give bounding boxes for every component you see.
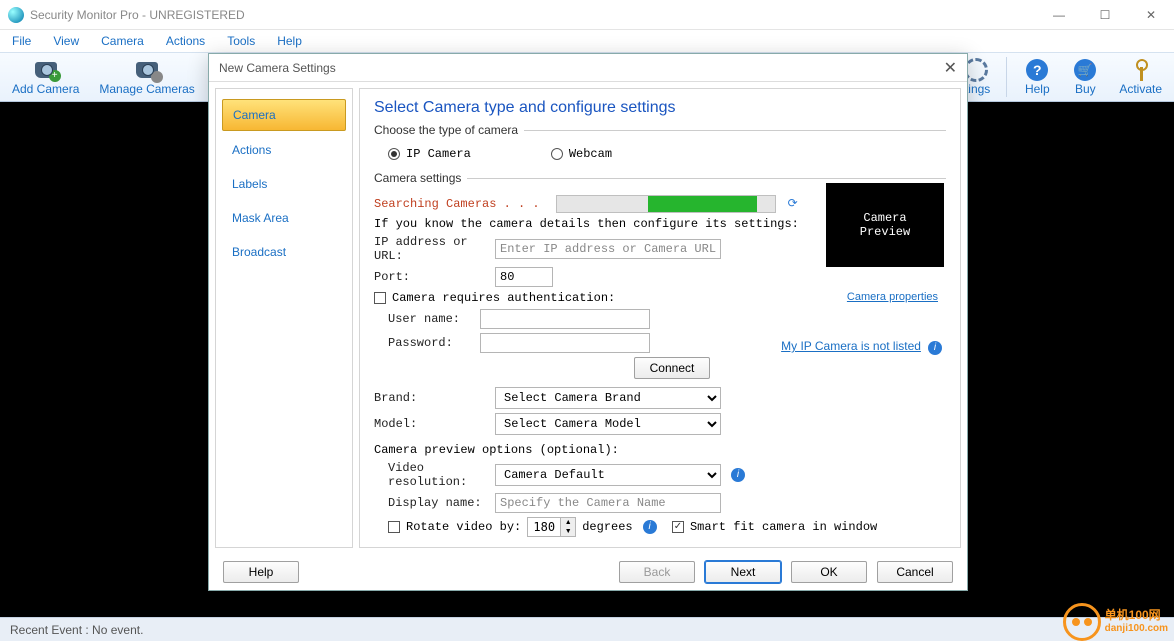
dialog-titlebar: New Camera Settings ✕	[209, 54, 967, 82]
camera-not-listed: My IP Camera is not listed i	[781, 339, 942, 355]
display-name-input[interactable]	[495, 493, 721, 513]
menu-camera[interactable]: Camera	[101, 34, 144, 48]
rotate-checkbox[interactable]	[388, 521, 400, 533]
close-button[interactable]: ✕	[1128, 0, 1174, 30]
ip-address-input[interactable]	[495, 239, 721, 259]
help-icon: ?	[1026, 59, 1048, 81]
rotate-degrees-input[interactable]: ▲▼	[527, 517, 576, 537]
camera-icon	[136, 62, 158, 78]
keys-icon	[1130, 59, 1152, 81]
camera-properties-link[interactable]: Camera properties	[847, 291, 938, 303]
ok-button[interactable]: OK	[791, 561, 867, 583]
activate-button[interactable]: Activate	[1113, 56, 1168, 98]
buy-button[interactable]: 🛒 Buy	[1065, 56, 1105, 98]
menu-tools[interactable]: Tools	[227, 34, 255, 48]
dialog-main: Select Camera type and configure setting…	[359, 88, 961, 548]
info-icon[interactable]: i	[643, 520, 657, 534]
menu-view[interactable]: View	[53, 34, 79, 48]
cancel-button[interactable]: Cancel	[877, 561, 953, 583]
refresh-button[interactable]: ⟳	[788, 196, 804, 212]
menu-file[interactable]: File	[12, 34, 31, 48]
radio-icon	[388, 148, 400, 160]
camera-preview: Camera Preview	[826, 183, 944, 267]
dialog-close-button[interactable]: ✕	[944, 58, 957, 78]
app-icon	[8, 7, 24, 23]
search-progress	[556, 195, 776, 213]
dialog-title: New Camera Settings	[219, 61, 336, 75]
manage-cameras-button[interactable]: Manage Cameras	[93, 56, 200, 98]
titlebar: Security Monitor Pro - UNREGISTERED — ☐ …	[0, 0, 1174, 30]
camera-type-group: Choose the type of camera IP Camera Webc…	[374, 123, 946, 165]
sidebar-item-mask-area[interactable]: Mask Area	[222, 203, 346, 233]
window-title: Security Monitor Pro - UNREGISTERED	[30, 8, 245, 22]
search-status: Searching Cameras . . .	[374, 197, 540, 211]
smartfit-checkbox[interactable]	[672, 521, 684, 533]
watermark: 单机100网 danji100.com	[1063, 603, 1168, 641]
radio-webcam[interactable]: Webcam	[551, 147, 612, 161]
dialog-heading: Select Camera type and configure setting…	[374, 99, 946, 117]
port-input[interactable]	[495, 267, 553, 287]
radio-icon	[551, 148, 563, 160]
toolbar-divider	[1006, 57, 1007, 97]
cart-icon: 🛒	[1074, 59, 1096, 81]
sidebar-item-labels[interactable]: Labels	[222, 169, 346, 199]
radio-ip-camera[interactable]: IP Camera	[388, 147, 471, 161]
new-camera-dialog: New Camera Settings ✕ Camera Actions Lab…	[208, 53, 968, 591]
menu-actions[interactable]: Actions	[166, 34, 205, 48]
brand-select[interactable]: Select Camera Brand	[495, 387, 721, 409]
sidebar-item-actions[interactable]: Actions	[222, 135, 346, 165]
info-icon[interactable]: i	[731, 468, 745, 482]
add-camera-button[interactable]: + Add Camera	[6, 56, 85, 98]
sidebar-item-broadcast[interactable]: Broadcast	[222, 237, 346, 267]
help-button[interactable]: Help	[223, 561, 299, 583]
recent-event: Recent Event : No event.	[10, 623, 143, 637]
help-button[interactable]: ? Help	[1017, 56, 1057, 98]
auth-checkbox[interactable]	[374, 292, 386, 304]
username-input[interactable]	[480, 309, 650, 329]
status-bar: Recent Event : No event.	[0, 617, 1174, 641]
video-resolution-select[interactable]: Camera Default	[495, 464, 721, 486]
minimize-button[interactable]: —	[1036, 0, 1082, 30]
camera-icon: +	[35, 62, 57, 78]
preview-options-label: Camera preview options (optional):	[374, 443, 946, 457]
info-icon[interactable]: i	[928, 341, 942, 355]
model-select[interactable]: Select Camera Model	[495, 413, 721, 435]
watermark-logo-icon	[1063, 603, 1101, 641]
dialog-footer: Help Back Next OK Cancel	[209, 554, 967, 590]
back-button: Back	[619, 561, 695, 583]
connect-button[interactable]: Connect	[634, 357, 710, 379]
menubar: File View Camera Actions Tools Help	[0, 30, 1174, 52]
next-button[interactable]: Next	[705, 561, 781, 583]
maximize-button[interactable]: ☐	[1082, 0, 1128, 30]
dialog-sidebar: Camera Actions Labels Mask Area Broadcas…	[215, 88, 353, 548]
password-input[interactable]	[480, 333, 650, 353]
menu-help[interactable]: Help	[277, 34, 302, 48]
not-listed-link[interactable]: My IP Camera is not listed	[781, 339, 921, 353]
sidebar-item-camera[interactable]: Camera	[222, 99, 346, 131]
